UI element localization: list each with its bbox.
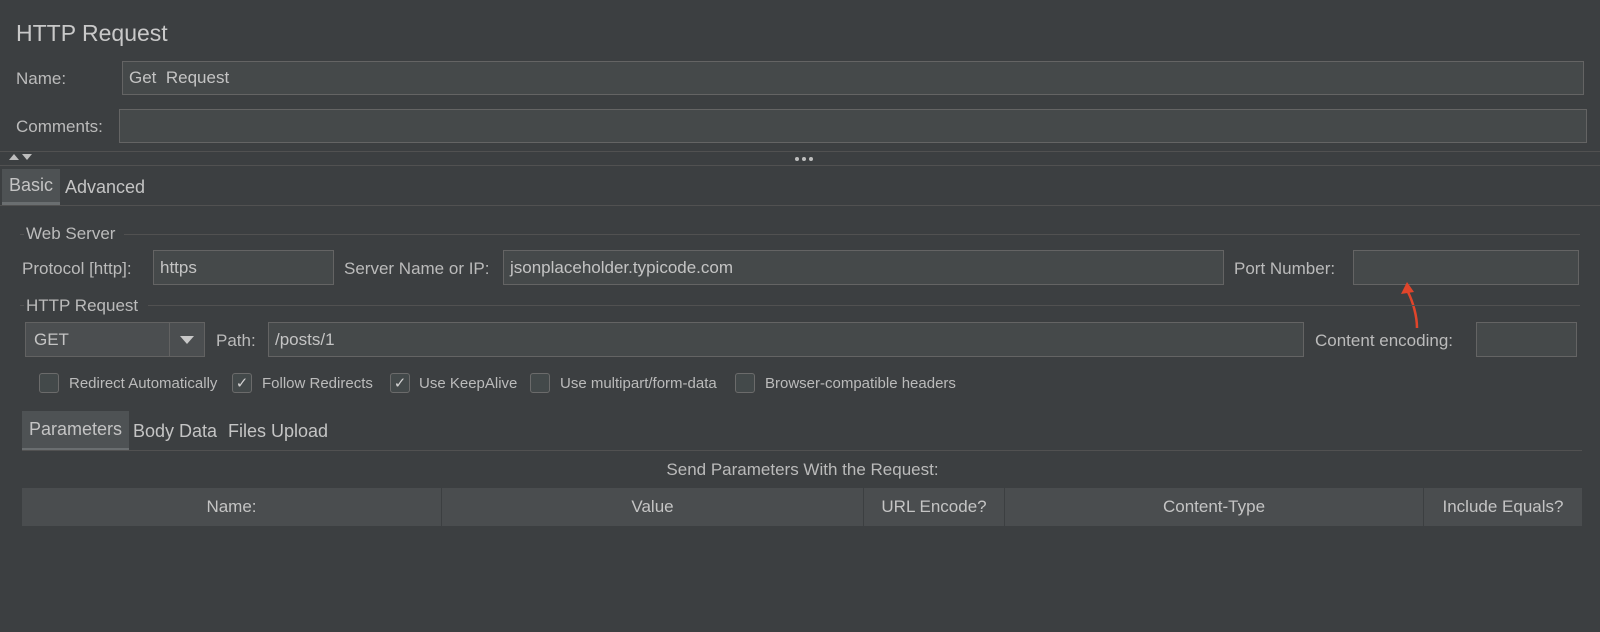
subtabs-divider <box>22 450 1582 451</box>
use-multipart-checkbox[interactable] <box>530 373 550 393</box>
chevron-down-icon <box>180 335 194 344</box>
http-request-divider-left <box>20 305 24 306</box>
path-label: Path: <box>216 331 256 350</box>
tabs-divider <box>0 205 1600 206</box>
column-header-name[interactable]: Name: <box>22 488 442 526</box>
tab-body-data[interactable]: Body Data <box>126 411 224 451</box>
tab-files-upload[interactable]: Files Upload <box>221 411 335 451</box>
column-header-include-equals[interactable]: Include Equals? <box>1424 488 1582 526</box>
follow-redirects-checkbox[interactable]: ✓ <box>232 373 252 393</box>
column-header-value[interactable]: Value <box>442 488 864 526</box>
follow-redirects-label: Follow Redirects <box>262 375 373 392</box>
splitter-line <box>0 151 1600 152</box>
splitter-line-lower <box>0 165 1600 166</box>
checkmark-icon: ✓ <box>393 374 407 392</box>
use-keepalive-checkbox[interactable]: ✓ <box>390 373 410 393</box>
redirect-automatically-checkbox[interactable] <box>39 373 59 393</box>
content-encoding-input[interactable] <box>1476 322 1577 357</box>
http-request-divider <box>148 305 1580 306</box>
collapse-down-icon[interactable] <box>22 154 32 160</box>
name-label: Name: <box>16 69 67 88</box>
port-number-input[interactable] <box>1353 250 1579 285</box>
method-value: GET <box>34 329 69 349</box>
params-table-body[interactable] <box>22 526 1582 626</box>
web-server-divider <box>124 234 1580 235</box>
use-keepalive-label: Use KeepAlive <box>419 375 518 392</box>
protocol-label: Protocol [http]: <box>22 259 132 278</box>
params-caption: Send Parameters With the Request: <box>666 460 939 479</box>
page-title: HTTP Request <box>16 20 168 46</box>
redirect-automatically-label: Redirect Automatically <box>69 375 218 392</box>
column-header-url-encode[interactable]: URL Encode? <box>864 488 1005 526</box>
path-input[interactable]: /posts/1 <box>268 322 1304 357</box>
server-name-input[interactable]: jsonplaceholder.typicode.com <box>503 250 1224 285</box>
tab-advanced[interactable]: Advanced <box>58 169 152 205</box>
method-dropdown-button[interactable] <box>169 323 204 356</box>
server-name-label: Server Name or IP: <box>344 259 490 278</box>
tab-parameters[interactable]: Parameters <box>22 411 130 451</box>
params-table-header: Name: Value URL Encode? Content-Type Inc… <box>22 488 1582 526</box>
http-request-section-title: HTTP Request <box>26 296 139 315</box>
use-multipart-label: Use multipart/form-data <box>560 375 717 392</box>
method-select[interactable]: GET <box>25 322 205 357</box>
protocol-input[interactable]: https <box>153 250 334 285</box>
browser-compatible-headers-label: Browser-compatible headers <box>765 375 956 392</box>
web-server-section-title: Web Server <box>26 224 116 243</box>
name-input[interactable]: Get Request <box>122 61 1584 95</box>
drag-dot-icon <box>809 157 813 161</box>
content-encoding-label: Content encoding: <box>1315 331 1453 350</box>
collapse-up-icon[interactable] <box>9 154 19 160</box>
tab-basic[interactable]: Basic <box>2 169 61 205</box>
comments-input[interactable] <box>119 109 1587 143</box>
splitter-handle[interactable] <box>795 157 813 161</box>
splitter-collapse-arrows[interactable] <box>9 154 32 160</box>
drag-dot-icon <box>795 157 799 161</box>
port-number-label: Port Number: <box>1234 259 1336 278</box>
web-server-divider-left <box>20 234 24 235</box>
browser-compatible-headers-checkbox[interactable] <box>735 373 755 393</box>
drag-dot-icon <box>802 157 806 161</box>
checkmark-icon: ✓ <box>235 374 249 392</box>
comments-label: Comments: <box>16 117 103 136</box>
column-header-content-type[interactable]: Content-Type <box>1005 488 1424 526</box>
